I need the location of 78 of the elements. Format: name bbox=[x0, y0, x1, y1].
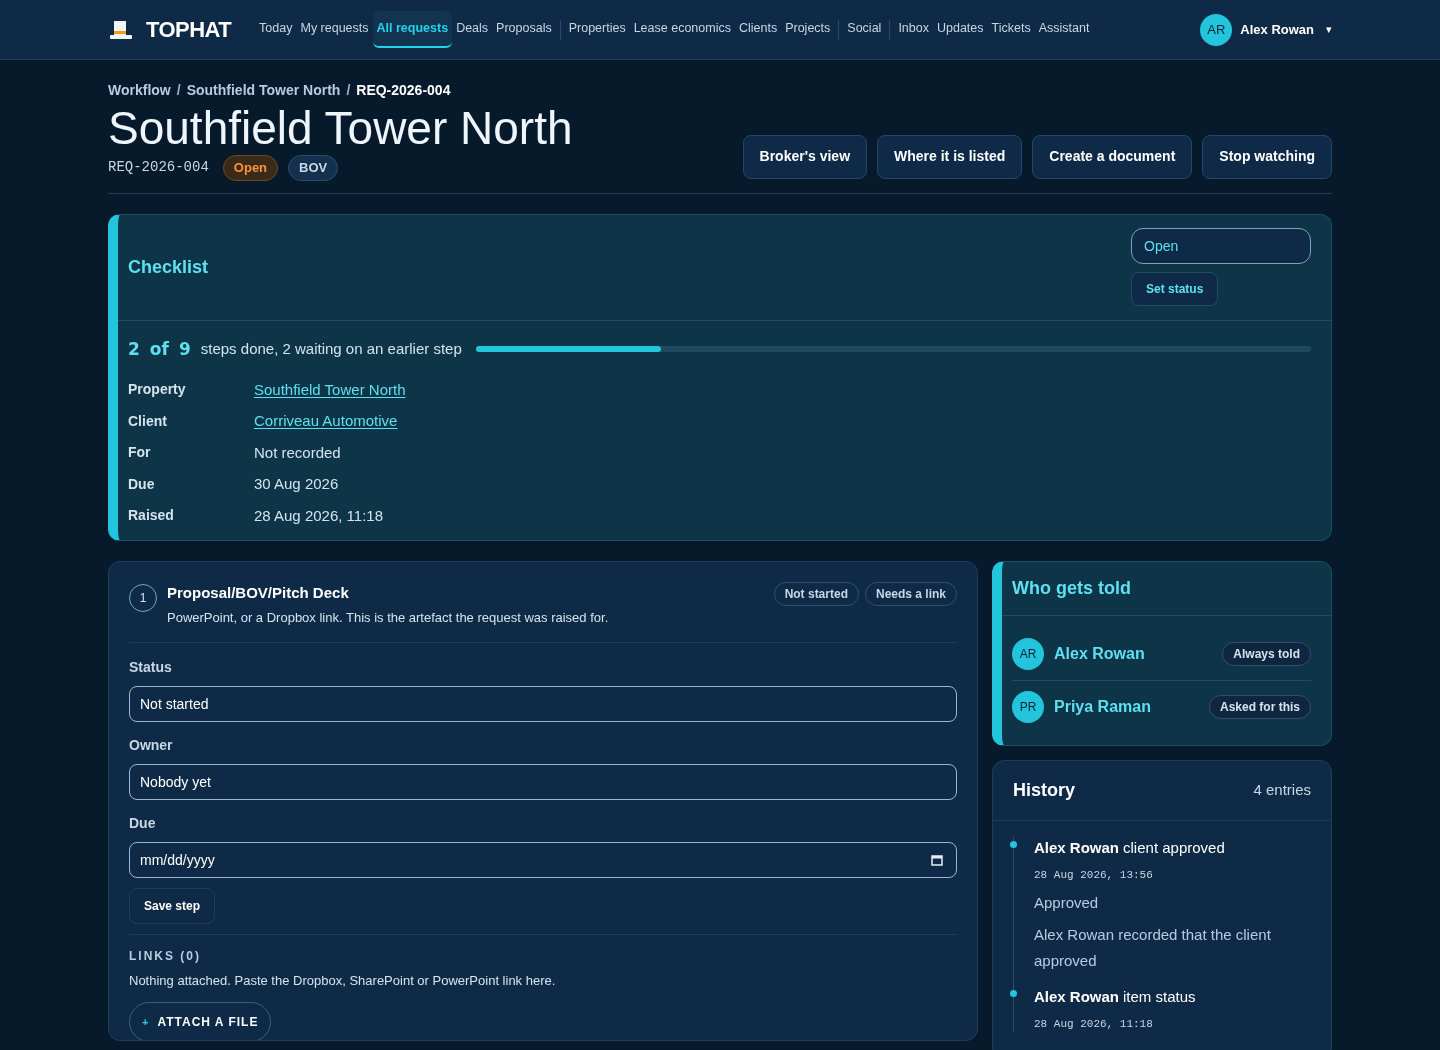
field-label: Owner bbox=[129, 735, 174, 755]
nav-link[interactable]: Inbox bbox=[894, 11, 933, 48]
type-badge: BOV bbox=[288, 155, 339, 181]
entry-time: 28 Aug 2026, 13:56 bbox=[1034, 868, 1154, 883]
nav-link[interactable]: Projects bbox=[781, 11, 835, 48]
entry-action: item status bbox=[1123, 986, 1196, 1007]
person-avatar: AR bbox=[1012, 637, 1044, 670]
nav-link[interactable]: Today bbox=[255, 11, 297, 48]
nav-link[interactable]: Social bbox=[843, 11, 886, 48]
page-title: Southfield Tower North bbox=[108, 101, 573, 155]
user-avatar: AR bbox=[1200, 13, 1233, 46]
nav-link[interactable]: Lease economics bbox=[629, 11, 735, 48]
steps-total-count: 9 bbox=[178, 337, 191, 361]
status-badge: Open bbox=[222, 155, 279, 181]
entry-note: Alex Rowan recorded that the client approved bbox=[1034, 924, 1272, 971]
nav-link[interactable]: Tickets bbox=[987, 11, 1035, 48]
nav-link[interactable]: Properties bbox=[564, 11, 630, 48]
step-description: PowerPoint, or a Dropbox link. This is the artefact the request was raised for. bbox=[167, 609, 610, 627]
links-heading: LINKS (0) bbox=[129, 947, 202, 965]
progress-text: steps done, 2 waiting on an earlier step bbox=[200, 339, 462, 359]
entry-note: Approved bbox=[1034, 892, 1100, 913]
links-empty-text: Nothing attached. Paste the Dropbox, SharePoint or PowerPoint link here. bbox=[129, 971, 557, 990]
calendar-icon[interactable] bbox=[931, 853, 943, 866]
field-label: Status bbox=[129, 657, 173, 677]
breadcrumb-separator: / bbox=[176, 81, 181, 100]
step-title: Proposal/BOV/Pitch Deck bbox=[167, 582, 350, 603]
breadcrumb-separator: / bbox=[346, 81, 351, 100]
field-label: Due bbox=[129, 813, 157, 833]
person-name: Priya Raman bbox=[1054, 696, 1151, 717]
detail-label: Raised bbox=[128, 506, 175, 526]
detail-link[interactable]: Corriveau Automotive bbox=[254, 410, 398, 433]
hat-icon bbox=[108, 18, 134, 41]
detail-link[interactable]: Southfield Tower North bbox=[254, 378, 406, 401]
card-title: Checklist bbox=[128, 255, 209, 279]
person-tag: Always told bbox=[1222, 641, 1311, 666]
entry-count: 4 entries bbox=[1253, 779, 1311, 800]
action-button[interactable]: Stop watching bbox=[1202, 134, 1332, 179]
nav-link[interactable]: All requests bbox=[372, 11, 453, 48]
nav-link[interactable]: My requests bbox=[296, 11, 373, 48]
select-field[interactable]: Nobody yet bbox=[129, 763, 957, 800]
action-button[interactable]: Create a document bbox=[1032, 134, 1193, 179]
date-field[interactable]: mm/dd/yyyy bbox=[129, 841, 957, 878]
brand-name: TOPHAT bbox=[146, 16, 232, 44]
nav-link[interactable]: Clients bbox=[734, 11, 782, 48]
save-step-button[interactable]: Save step bbox=[129, 887, 216, 924]
action-button[interactable]: Where it is listed bbox=[877, 134, 1023, 179]
detail-label: Property bbox=[128, 380, 187, 400]
nav-link[interactable]: Proposals bbox=[492, 11, 556, 48]
steps-of-label: of bbox=[149, 337, 169, 361]
entry-author: Alex Rowan bbox=[1034, 837, 1120, 858]
card-title: History bbox=[1013, 778, 1075, 802]
select-field[interactable]: Not started bbox=[129, 685, 957, 722]
plus-icon: + bbox=[142, 1013, 150, 1031]
entry-time: 28 Aug 2026, 11:18 bbox=[1034, 1017, 1154, 1032]
person-avatar: PR bbox=[1012, 690, 1044, 723]
card-title: Who gets told bbox=[1002, 561, 1331, 616]
breadcrumb-link[interactable]: Southfield Tower North bbox=[186, 80, 341, 101]
entry-author: Alex Rowan bbox=[1034, 986, 1120, 1007]
detail-label: Client bbox=[128, 411, 168, 431]
set-status-button[interactable]: Set status bbox=[1131, 272, 1219, 306]
dropdown-caret-icon[interactable]: ▾ bbox=[1326, 21, 1332, 38]
action-button[interactable]: Broker's view bbox=[742, 134, 868, 179]
breadcrumb-link[interactable]: Workflow bbox=[108, 80, 171, 101]
nav-link[interactable]: Updates bbox=[932, 11, 988, 48]
steps-done-count: 2 bbox=[128, 337, 140, 361]
status-select[interactable]: Open bbox=[1131, 228, 1311, 264]
user-name[interactable]: Alex Rowan bbox=[1240, 19, 1314, 40]
entry-action: client approved bbox=[1123, 837, 1225, 858]
nav-link[interactable]: Assistant bbox=[1034, 11, 1094, 48]
detail-label: For bbox=[128, 443, 152, 463]
detail-value: 30 Aug 2026 bbox=[254, 474, 339, 494]
nav-link[interactable]: Deals bbox=[452, 11, 493, 48]
request-id: REQ-2026-004 bbox=[108, 158, 209, 178]
detail-value: Not recorded bbox=[254, 442, 341, 463]
detail-label: Due bbox=[128, 474, 156, 494]
person-name: Alex Rowan bbox=[1054, 643, 1145, 664]
person-tag: Asked for this bbox=[1209, 694, 1311, 719]
detail-value: 28 Aug 2026, 11:18 bbox=[254, 505, 383, 526]
